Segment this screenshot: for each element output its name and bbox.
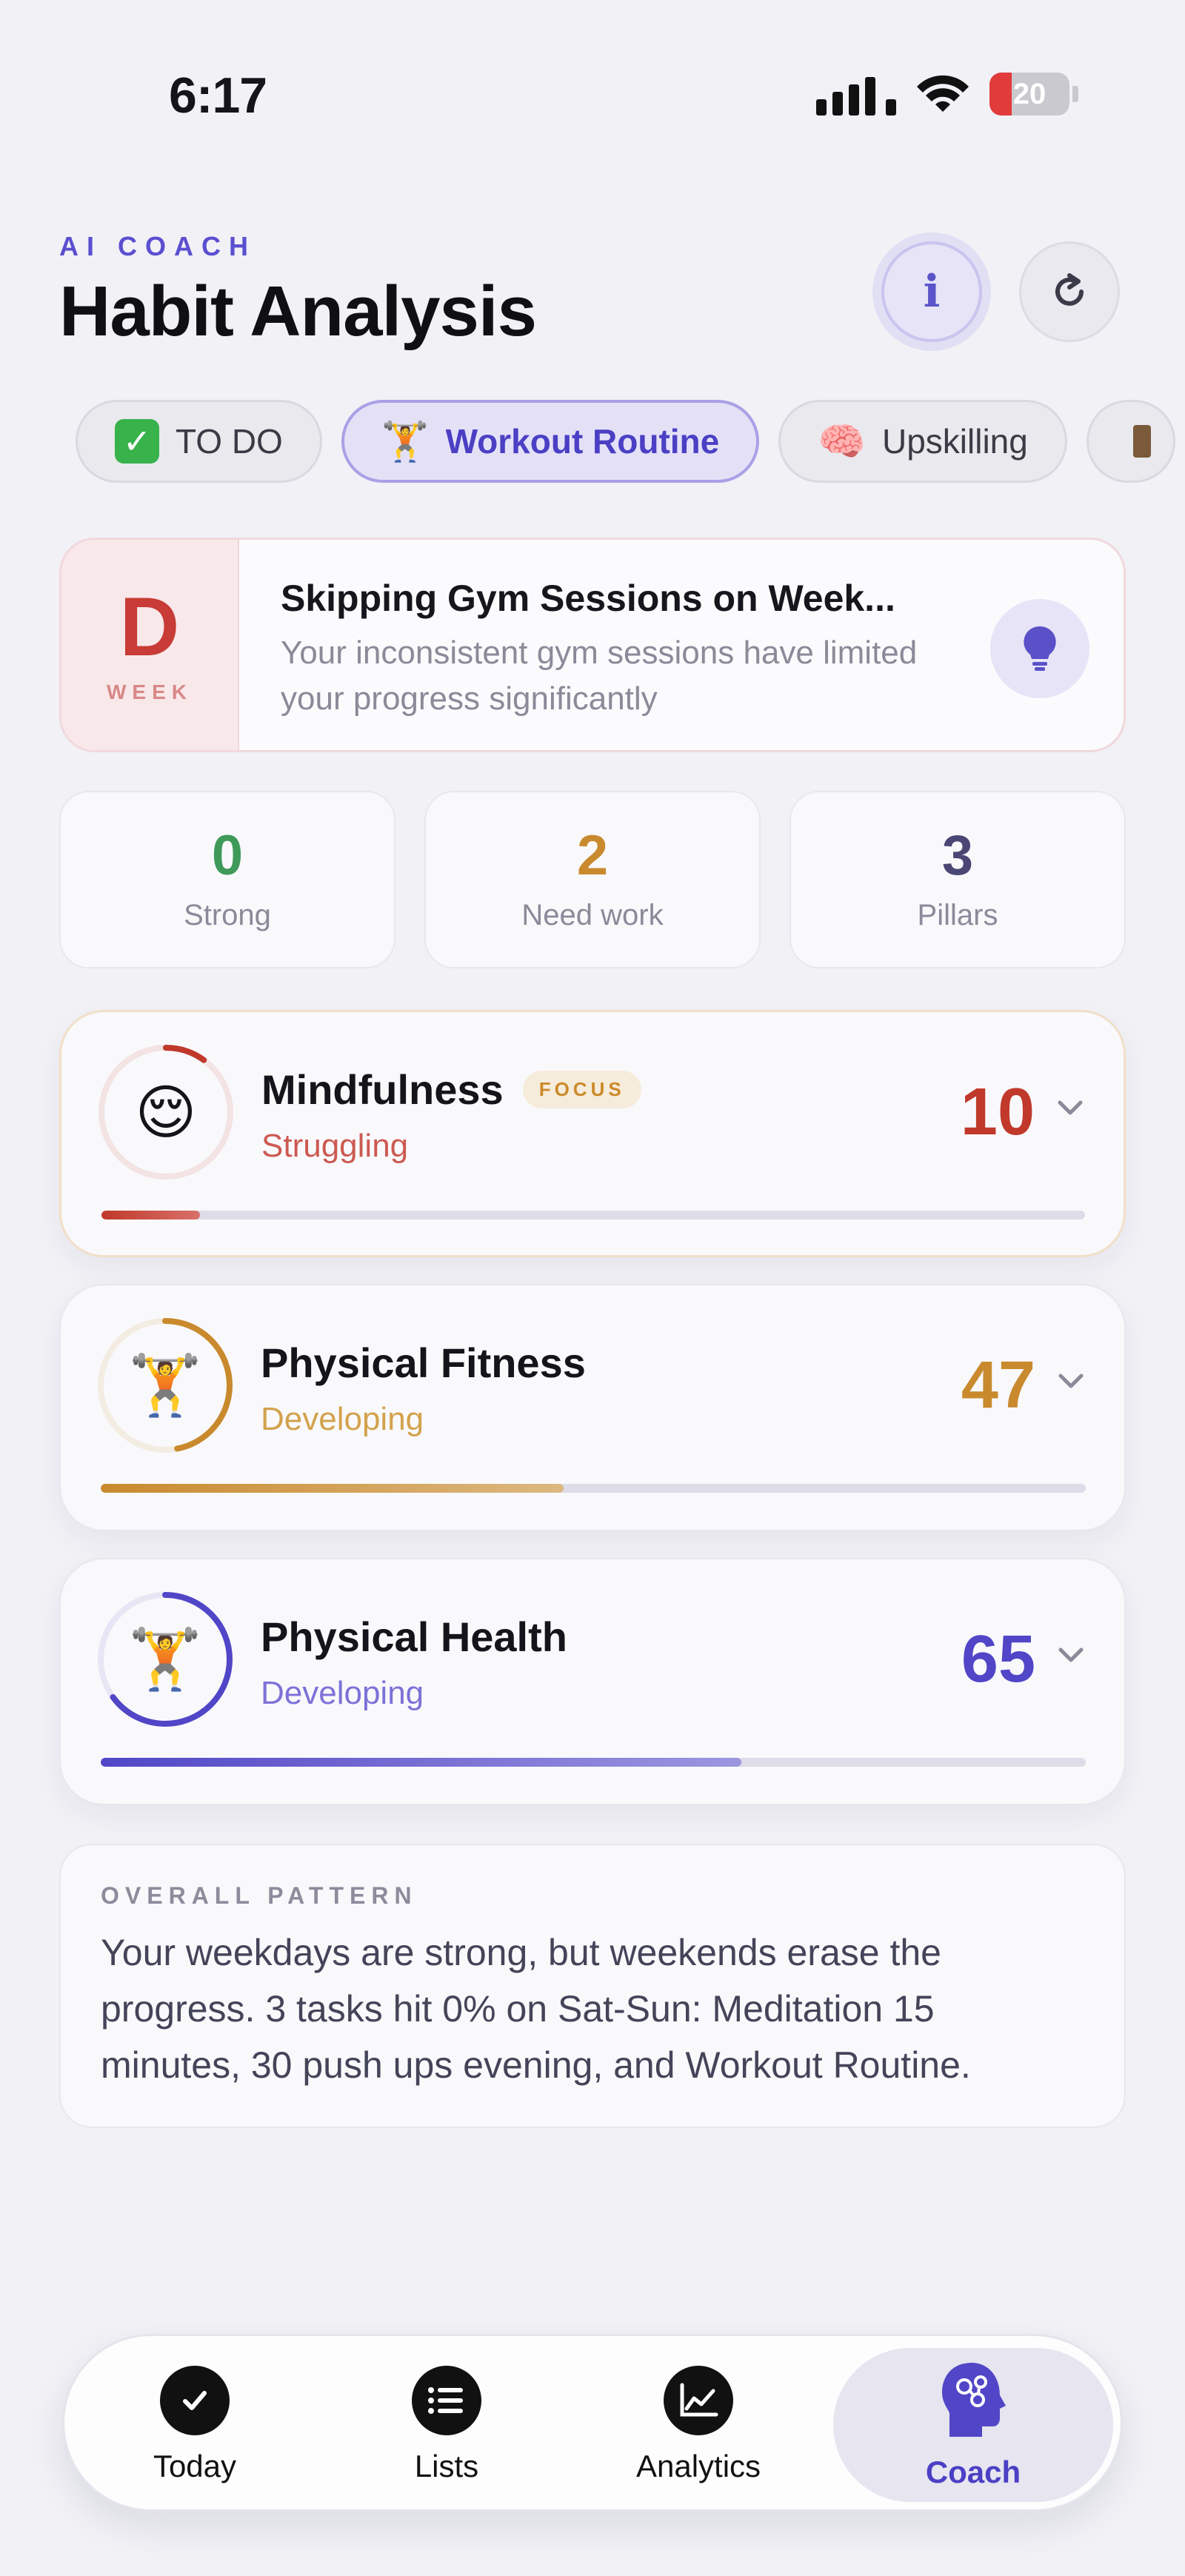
list-icon [412, 2366, 481, 2435]
status-time: 6:17 [169, 67, 267, 124]
tab-more[interactable] [1086, 400, 1175, 483]
page-title: Habit Analysis [59, 272, 537, 351]
section-eyebrow: AI COACH [59, 231, 256, 261]
progress-fill [101, 1758, 741, 1767]
nav-lists[interactable]: Lists [321, 2336, 573, 2514]
tip-button[interactable] [990, 599, 1089, 698]
pillar-score: 65 [961, 1622, 1035, 1696]
info-icon: i [923, 266, 941, 318]
face-relieved-icon: 😌 [135, 1079, 197, 1145]
stat-label: Need work [521, 898, 664, 931]
signal-icon [816, 73, 896, 116]
refresh-icon [1055, 273, 1084, 306]
progress-track [101, 1758, 1086, 1767]
pillar-card-physical-fitness[interactable]: 🏋️ Physical Fitness Developing 47 [59, 1284, 1126, 1531]
pillar-name: Physical Fitness [261, 1339, 586, 1386]
tab-partial-icon [1132, 425, 1151, 458]
tab-label: TO DO [176, 422, 283, 461]
progress-track [101, 1211, 1085, 1220]
grade-period: WEEK [107, 680, 193, 703]
insight-card[interactable]: D WEEK Skipping Gym Sessions on Week... … [59, 538, 1126, 752]
stat-need-work: 2 Need work [424, 791, 761, 968]
stat-value: 0 [211, 823, 244, 887]
pillar-card-physical-health[interactable]: 🏋️ Physical Health Developing 65 [59, 1558, 1126, 1805]
pillar-status: Struggling [261, 1128, 409, 1164]
stat-value: 2 [576, 823, 609, 887]
bottom-nav: Today Lists Analytics Coach [62, 2334, 1123, 2512]
overall-pattern-text: Your weekdays are strong, but weekends e… [101, 1932, 971, 2086]
lightbulb-icon [1024, 626, 1056, 671]
refresh-button[interactable] [1019, 241, 1120, 342]
pillar-name: Mindfulness [261, 1066, 504, 1113]
pillar-title-row: Mindfulness FOCUS [261, 1065, 641, 1114]
focus-badge: FOCUS [522, 1071, 641, 1108]
overall-pattern-label: OVERALL PATTERN [101, 1882, 418, 1909]
weightlifter-icon: 🏋️ [381, 419, 430, 464]
check-mark-icon: ✓ [115, 419, 159, 464]
insight-description: Your inconsistent gym sessions have limi… [281, 635, 918, 717]
nav-today[interactable]: Today [69, 2336, 321, 2514]
info-button[interactable]: i [881, 241, 982, 342]
pillar-status: Developing [261, 1401, 424, 1437]
nav-label: Analytics [635, 2449, 761, 2483]
chevron-down-icon[interactable] [1055, 1097, 1085, 1119]
chevron-down-icon[interactable] [1056, 1644, 1086, 1666]
wifi-icon [917, 75, 969, 112]
grade-letter: D [119, 581, 180, 673]
category-tabs: ✓ TO DO 🏋️ Workout Routine 🧠 Upskilling [76, 400, 1175, 483]
weightlifter-icon: 🏋️ [128, 1352, 202, 1418]
nav-coach[interactable]: Coach [833, 2348, 1113, 2502]
tab-label: Upskilling [882, 422, 1028, 461]
chevron-down-icon[interactable] [1056, 1370, 1086, 1392]
nav-label: Coach [925, 2455, 1021, 2489]
pillar-name: Physical Health [261, 1613, 567, 1660]
pillar-card-mindfulness[interactable]: 😌 Mindfulness FOCUS Struggling 10 [59, 1010, 1126, 1257]
pillar-score: 47 [961, 1348, 1035, 1422]
progress-fill [101, 1484, 564, 1493]
stat-label: Pillars [917, 898, 998, 931]
weightlifter-icon: 🏋️ [128, 1626, 202, 1692]
tab-to-do[interactable]: ✓ TO DO [76, 400, 322, 483]
tab-upskilling[interactable]: 🧠 Upskilling [778, 400, 1067, 483]
check-icon [160, 2366, 230, 2435]
pillar-score: 10 [960, 1075, 1035, 1149]
chart-icon [664, 2366, 733, 2435]
battery-tip [1072, 86, 1078, 102]
nav-label: Lists [414, 2449, 479, 2483]
tab-workout-routine[interactable]: 🏋️ Workout Routine [341, 400, 760, 483]
brain-head-icon [942, 2363, 1006, 2437]
progress-fill [101, 1211, 200, 1220]
battery-icon: 20 [989, 73, 1069, 116]
status-icons: 20 [816, 73, 1078, 116]
progress-track [101, 1484, 1086, 1493]
nav-label: Today [153, 2449, 237, 2483]
tab-label: Workout Routine [445, 422, 720, 461]
stat-value: 3 [941, 823, 974, 887]
insight-title: Skipping Gym Sessions on Week... [281, 578, 895, 619]
pillar-status: Developing [261, 1675, 424, 1711]
brain-icon: 🧠 [818, 419, 866, 464]
pillar-title-row: Physical Fitness [261, 1339, 586, 1387]
stat-label: Strong [184, 898, 271, 931]
pillar-title-row: Physical Health [261, 1613, 567, 1661]
stat-pillars: 3 Pillars [790, 791, 1126, 968]
overall-pattern-card: OVERALL PATTERN Your weekdays are strong… [59, 1844, 1126, 2128]
stat-strong: 0 Strong [59, 791, 395, 968]
grade-block: D WEEK [61, 540, 239, 750]
nav-analytics[interactable]: Analytics [573, 2336, 824, 2514]
